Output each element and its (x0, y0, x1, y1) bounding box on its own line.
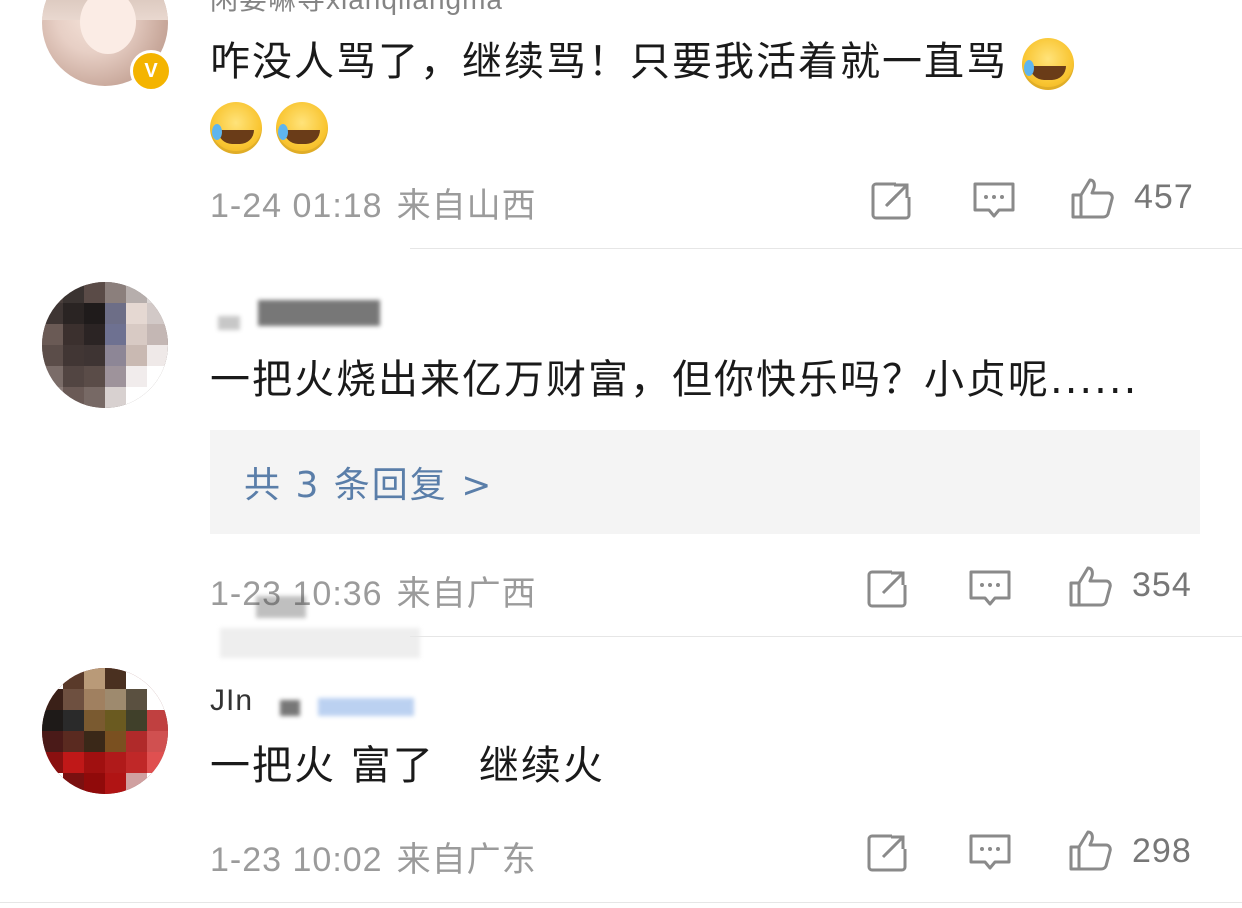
share-button[interactable] (866, 830, 910, 874)
comment-text: 一把火 富了 继续火 (210, 743, 605, 789)
comment-meta: 1-24 01:18 来自山西 (210, 178, 537, 227)
verified-badge-icon: V (130, 50, 172, 92)
divider (410, 636, 1242, 637)
avatar-pixelated (42, 668, 168, 794)
avatar[interactable] (42, 282, 168, 408)
redacted-overlay (220, 628, 420, 658)
comment-button[interactable] (972, 178, 1016, 222)
comment-location: 来自山西 (396, 186, 537, 226)
share-icon (867, 569, 908, 608)
comment-icon (969, 834, 1011, 870)
like-icon (1069, 830, 1112, 871)
like-button[interactable] (1068, 828, 1112, 872)
like-button[interactable] (1070, 176, 1114, 220)
divider (0, 902, 1242, 903)
like-count: 457 (1134, 178, 1194, 216)
laugh-cry-emoji-icon (276, 102, 328, 154)
comment-location: 来自广西 (396, 574, 537, 614)
comment-icon (973, 182, 1015, 218)
share-icon (867, 833, 908, 872)
comment-time: 1-23 10:02 (210, 841, 383, 879)
like-count: 354 (1132, 566, 1192, 604)
divider (410, 248, 1242, 249)
username-redacted (258, 300, 380, 326)
username-redacted (280, 700, 300, 716)
view-replies-link[interactable]: 共 3 条回复 > (244, 456, 493, 508)
share-button[interactable] (870, 178, 914, 222)
avatar-pixelated (42, 282, 168, 408)
avatar-face (80, 0, 136, 54)
username-redacted (318, 698, 414, 716)
replies-box[interactable]: 共 3 条回复 > (210, 430, 1200, 534)
username-redacted (218, 316, 240, 330)
share-icon (871, 181, 912, 220)
share-button[interactable] (866, 566, 910, 610)
comment-emoji-row (210, 98, 342, 154)
laugh-cry-emoji-icon (1022, 38, 1074, 90)
redacted-overlay (256, 596, 306, 618)
comment-text-line: 咋没人骂了，继续骂！只要我活着就一直骂 (210, 39, 1008, 85)
comment-icon (969, 570, 1011, 606)
comment-time: 1-24 01:18 (210, 187, 383, 225)
comment-meta: 1-23 10:02 来自广东 (210, 832, 537, 881)
like-button[interactable] (1068, 564, 1112, 608)
comment-button[interactable] (968, 830, 1012, 874)
comment-text: 咋没人骂了，继续骂！只要我活着就一直骂 (210, 34, 1088, 90)
laugh-cry-emoji-icon (210, 102, 262, 154)
like-icon (1069, 566, 1112, 607)
like-icon (1071, 178, 1114, 219)
like-count: 298 (1132, 832, 1192, 870)
comment-location: 来自广东 (396, 840, 537, 880)
comment-button[interactable] (968, 566, 1012, 610)
username[interactable]: 闲要嘛导xianqilangma (210, 0, 503, 18)
avatar[interactable] (42, 668, 168, 794)
username[interactable]: JIn (210, 684, 253, 718)
comment-text: 一把火烧出来亿万财富，但你快乐吗？小贞呢...... (210, 357, 1139, 403)
